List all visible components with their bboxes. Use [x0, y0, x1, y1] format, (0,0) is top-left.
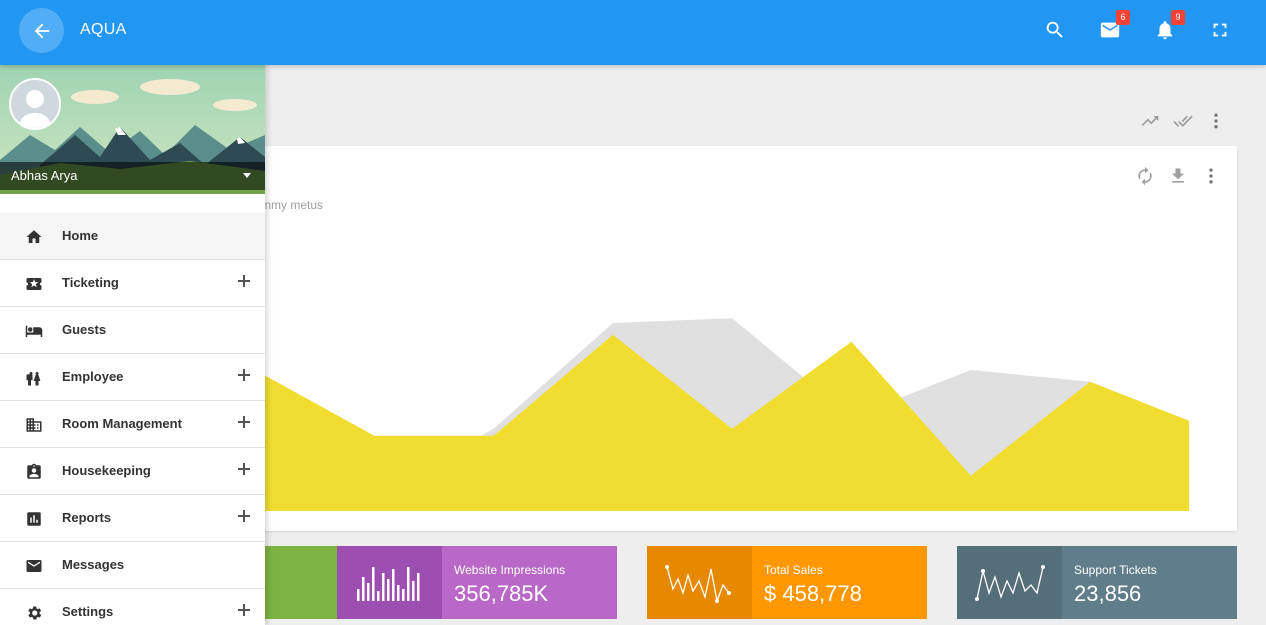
sidebar-item-label: Employee — [62, 369, 124, 384]
plus-icon[interactable] — [237, 415, 251, 429]
ticket-icon — [24, 274, 44, 294]
stat-card-website-impressions: Website Impressions 356,785K — [337, 546, 617, 619]
notification-badge: 9 — [1171, 10, 1185, 25]
refresh-icon — [1138, 166, 1152, 186]
card-actions — [1133, 164, 1223, 188]
sidebar-item-settings[interactable]: Settings — [0, 589, 265, 625]
sidebar-item-label: Guests — [62, 322, 107, 337]
line-sparkline-graphic — [664, 564, 731, 603]
bar-sparkline — [337, 546, 442, 619]
stat-card-total-sales: Total Sales $ 458,778 — [647, 546, 927, 619]
top-app-bar: AQUA 6 9 — [0, 0, 1266, 65]
done-all-icon — [1173, 115, 1193, 127]
more-vert-icon — [1214, 113, 1218, 129]
main-content: s nonummy metus Website Impressions 356,… — [225, 65, 1266, 625]
sidebar-item-label: Messages — [62, 557, 125, 572]
line-sparkline-graphic — [974, 564, 1045, 601]
sidebar-item-home[interactable]: Home — [0, 213, 265, 260]
sidebar-item-housekeeping[interactable]: Housekeeping — [0, 448, 265, 495]
search-button[interactable] — [1043, 18, 1067, 42]
mail-badge: 6 — [1116, 10, 1130, 25]
sidebar-item-reports[interactable]: Reports — [0, 495, 265, 542]
trending-up-icon — [1141, 116, 1159, 126]
app-title: AQUA — [80, 21, 127, 38]
notification-button[interactable]: 9 — [1153, 10, 1185, 42]
sidebar-item-ticketing[interactable]: Ticketing — [0, 260, 265, 307]
plus-icon[interactable] — [237, 509, 251, 523]
sidebar-item-guests[interactable]: Guests — [0, 307, 265, 354]
user-avatar-icon — [11, 80, 59, 128]
card-more-button[interactable] — [1199, 164, 1223, 188]
done-all-button[interactable] — [1171, 109, 1195, 133]
area-chart-card: s nonummy metus — [225, 146, 1237, 531]
plus-icon[interactable] — [237, 462, 251, 476]
stat-label: Website Impressions — [454, 563, 566, 577]
section-more-button[interactable] — [1204, 109, 1228, 133]
caret-down-icon — [243, 173, 251, 178]
sidebar-item-label: Settings — [62, 604, 114, 619]
sidebar: Abhas Arya Home Ticketing Guests Employee Ro… — [0, 65, 265, 625]
sidebar-item-label: Housekeeping — [62, 463, 151, 478]
area-chart — [225, 146, 1237, 531]
profile-header: Abhas Arya — [0, 65, 265, 194]
stat-label: Support Tickets — [1074, 563, 1157, 577]
plus-icon[interactable] — [237, 368, 251, 382]
stat-value: 23,856 — [1074, 581, 1142, 606]
sidebar-item-messages[interactable]: Messages — [0, 542, 265, 589]
sidebar-item-employee[interactable]: Employee — [0, 354, 265, 401]
fullscreen-button[interactable] — [1208, 18, 1232, 42]
section-actions — [1138, 109, 1228, 133]
stat-label: Total Sales — [764, 563, 823, 577]
line-sparkline — [647, 546, 752, 619]
bar-sparkline-graphic — [356, 566, 419, 601]
sidebar-item-room-management[interactable]: Room Management — [0, 401, 265, 448]
stat-value: $ 458,778 — [764, 581, 862, 606]
arrow-back-icon — [34, 23, 49, 38]
refresh-button[interactable] — [1133, 164, 1157, 188]
bed-icon — [24, 321, 44, 341]
user-menu-toggle[interactable]: Abhas Arya — [0, 162, 265, 190]
stat-card-support-tickets: Support Tickets 23,856 — [957, 546, 1237, 619]
building-icon — [24, 415, 44, 435]
bar-chart-icon — [24, 509, 44, 529]
more-vert-icon — [1209, 168, 1213, 184]
sidebar-item-label: Home — [62, 228, 99, 243]
badge-icon — [24, 462, 44, 482]
trending-button[interactable] — [1138, 109, 1162, 133]
avatar[interactable] — [9, 78, 61, 130]
line-sparkline — [957, 546, 1062, 619]
mail-button[interactable]: 6 — [1098, 10, 1130, 42]
download-icon — [1172, 168, 1184, 183]
people-icon — [24, 368, 44, 388]
sidebar-item-label: Room Management — [62, 416, 182, 431]
stat-value: 356,785K — [454, 581, 549, 606]
chart-right-mask — [1189, 146, 1237, 531]
home-icon — [24, 227, 44, 247]
sidebar-item-label: Ticketing — [62, 275, 119, 290]
sidebar-item-label: Reports — [62, 510, 112, 525]
mail-icon — [24, 556, 44, 576]
plus-icon[interactable] — [237, 274, 251, 288]
fullscreen-icon — [1213, 23, 1227, 37]
user-name: Abhas Arya — [11, 168, 78, 183]
nav-menu: Home Ticketing Guests Employee Room Manageme… — [0, 213, 265, 625]
gear-icon — [24, 603, 44, 623]
back-button[interactable] — [19, 8, 64, 53]
search-icon — [1046, 21, 1063, 38]
download-button[interactable] — [1166, 164, 1190, 188]
plus-icon[interactable] — [237, 603, 251, 617]
